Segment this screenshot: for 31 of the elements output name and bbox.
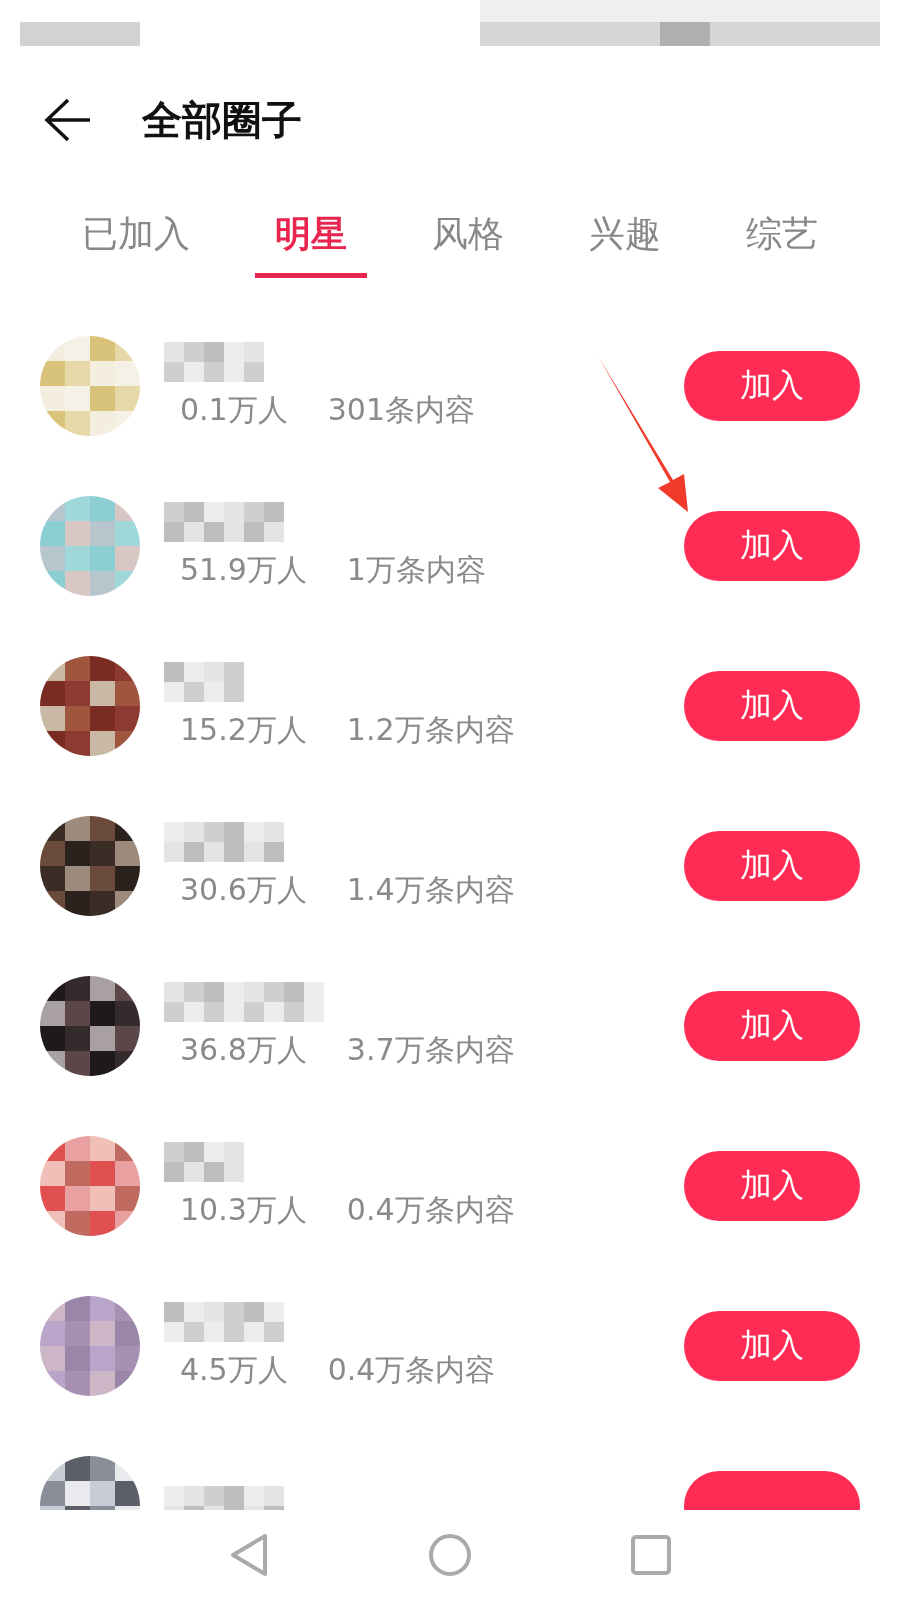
- post-count: 0.4万条内容: [327, 1350, 496, 1389]
- join-button[interactable]: 加入: [684, 511, 860, 581]
- category-tab[interactable]: 已加入: [62, 210, 211, 278]
- back-icon[interactable]: [44, 98, 92, 142]
- recents-nav-icon[interactable]: [630, 1535, 671, 1575]
- back-nav-icon[interactable]: [229, 1533, 270, 1577]
- post-count: 1.4万条内容: [346, 870, 515, 909]
- member-count: 15.2万人: [180, 710, 307, 749]
- post-count: 3.7万条内容: [346, 1030, 515, 1069]
- join-button[interactable]: 加入: [684, 351, 860, 421]
- category-tab[interactable]: 综艺: [725, 210, 838, 278]
- post-count: 1.2万条内容: [346, 710, 515, 749]
- member-count: 4.5万人: [180, 1350, 288, 1389]
- category-tab[interactable]: 兴趣: [568, 210, 681, 278]
- member-count: 51.9万人: [180, 550, 307, 589]
- post-count: 1万条内容: [346, 550, 486, 589]
- join-button[interactable]: 加入: [684, 831, 860, 901]
- home-nav-icon[interactable]: [428, 1533, 472, 1577]
- category-tab[interactable]: 明星: [255, 210, 368, 278]
- post-count: 301条内容: [327, 390, 475, 429]
- join-button[interactable]: 加入: [684, 671, 860, 741]
- member-count: 0.1万人: [180, 390, 288, 429]
- join-button[interactable]: 加入: [684, 1151, 860, 1221]
- page-title: 全部圈子: [142, 95, 302, 145]
- join-button[interactable]: 加入: [684, 991, 860, 1061]
- join-button[interactable]: 加入: [684, 1311, 860, 1381]
- member-count: 30.6万人: [180, 870, 307, 909]
- member-count: 36.8万人: [180, 1030, 307, 1069]
- member-count: 10.3万人: [180, 1190, 307, 1229]
- post-count: 0.4万条内容: [346, 1190, 515, 1229]
- category-tab[interactable]: 风格: [412, 210, 524, 278]
